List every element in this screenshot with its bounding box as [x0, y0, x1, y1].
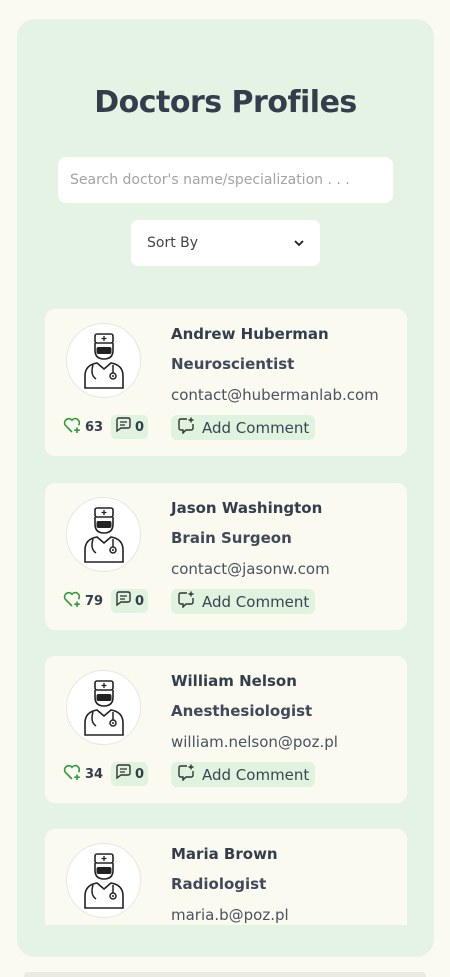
doctors-panel: Doctors Profiles Sort By [17, 19, 434, 957]
heart-plus-icon [63, 764, 82, 785]
comment-count: 0 [135, 593, 145, 609]
search-input[interactable] [58, 157, 393, 203]
doctor-card: Jason Washington Brain Surgeon contact@j… [45, 483, 407, 630]
next-section-edge [24, 972, 426, 977]
comment-icon [115, 417, 132, 437]
like-count: 63 [85, 420, 104, 435]
comment-plus-icon [177, 417, 195, 438]
doctor-email: william.nelson@poz.pl [171, 733, 338, 751]
add-comment-label: Add Comment [202, 765, 310, 784]
doctor-name: William Nelson [171, 672, 297, 690]
doctor-avatar-icon [66, 323, 141, 398]
like-count: 34 [85, 767, 104, 782]
heart-plus-icon [63, 417, 82, 438]
like-count: 79 [85, 594, 104, 609]
doctor-specialization: Neuroscientist [171, 355, 295, 373]
chevron-down-icon [294, 237, 304, 250]
doctor-card: Andrew Huberman Neuroscientist contact@h… [45, 309, 407, 456]
doctor-email: contact@hubermanlab.com [171, 386, 379, 404]
doctor-list: Andrew Huberman Neuroscientist contact@h… [45, 309, 407, 925]
doctor-name: Andrew Huberman [171, 325, 329, 343]
page-title: Doctors Profiles [94, 85, 357, 120]
sort-label: Sort By [147, 235, 199, 251]
doctor-card: William Nelson Anesthesiologist william.… [45, 656, 407, 803]
comments-button[interactable]: 0 [111, 415, 149, 439]
doctor-avatar-icon [66, 670, 141, 745]
add-comment-button[interactable]: Add Comment [171, 589, 316, 614]
doctor-name: Maria Brown [171, 845, 278, 863]
doctor-email: contact@jasonw.com [171, 560, 330, 578]
add-comment-button[interactable]: Add Comment [171, 415, 316, 440]
like-button[interactable]: 79 [63, 591, 103, 612]
comment-plus-icon [177, 764, 195, 785]
comment-count: 0 [135, 766, 145, 782]
comment-count: 0 [135, 419, 145, 435]
doctor-avatar-icon [66, 497, 141, 572]
doctor-avatar-icon [66, 843, 141, 918]
like-button[interactable]: 34 [63, 764, 103, 785]
comments-button[interactable]: 0 [111, 589, 149, 613]
doctor-name: Jason Washington [171, 499, 323, 517]
add-comment-label: Add Comment [202, 592, 310, 611]
doctor-card: Maria Brown Radiologist maria.b@poz.pl [45, 829, 407, 925]
comment-icon [115, 764, 132, 784]
heart-plus-icon [63, 591, 82, 612]
comment-icon [115, 591, 132, 611]
comment-plus-icon [177, 591, 195, 612]
doctor-specialization: Anesthesiologist [171, 702, 313, 720]
doctor-specialization: Radiologist [171, 875, 267, 893]
doctor-email: maria.b@poz.pl [171, 906, 289, 924]
like-button[interactable]: 63 [63, 417, 103, 438]
doctor-specialization: Brain Surgeon [171, 529, 292, 547]
comments-button[interactable]: 0 [111, 762, 149, 786]
add-comment-label: Add Comment [202, 418, 310, 437]
add-comment-button[interactable]: Add Comment [171, 762, 316, 787]
sort-select[interactable]: Sort By [131, 220, 320, 266]
